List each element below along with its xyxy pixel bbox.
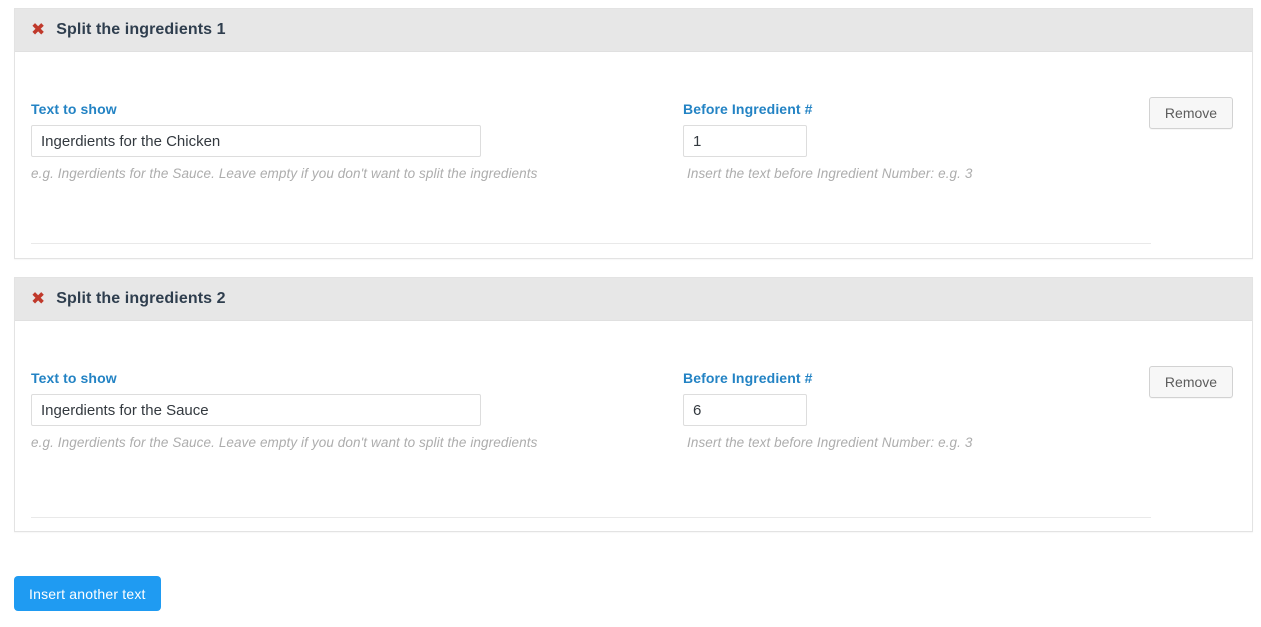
panel-header-2: ✖ Split the ingredients 2 xyxy=(15,278,1252,321)
before-ingredient-input[interactable] xyxy=(683,125,807,157)
remove-button[interactable]: Remove xyxy=(1149,97,1233,129)
before-ingredient-hint: Insert the text before Ingredient Number… xyxy=(687,166,973,181)
remove-button[interactable]: Remove xyxy=(1149,366,1233,398)
close-icon[interactable]: ✖ xyxy=(31,21,45,39)
panel-body-2: Text to show e.g. Ingerdients for the Sa… xyxy=(15,321,1252,531)
before-ingredient-input[interactable] xyxy=(683,394,807,426)
text-to-show-label: Text to show xyxy=(31,370,117,386)
panel-divider xyxy=(31,243,1151,244)
text-to-show-group-2: Text to show e.g. Ingerdients for the Sa… xyxy=(31,370,537,450)
text-to-show-input[interactable] xyxy=(31,394,481,426)
panel-divider xyxy=(31,517,1151,518)
before-ingredient-label: Before Ingredient # xyxy=(683,370,813,386)
text-to-show-hint: e.g. Ingerdients for the Sauce. Leave em… xyxy=(31,166,538,181)
panel-title: Split the ingredients 1 xyxy=(56,21,226,38)
text-to-show-hint: e.g. Ingerdients for the Sauce. Leave em… xyxy=(31,435,538,450)
text-to-show-input[interactable] xyxy=(31,125,481,157)
before-ingredient-hint: Insert the text before Ingredient Number… xyxy=(687,435,973,450)
split-ingredients-panel-2: ✖ Split the ingredients 2 Text to show e… xyxy=(14,277,1253,532)
panel-body-1: Text to show e.g. Ingerdients for the Sa… xyxy=(15,52,1252,258)
split-ingredients-form: ✖ Split the ingredients 1 Text to show e… xyxy=(0,0,1261,627)
text-to-show-label: Text to show xyxy=(31,101,117,117)
panel-title: Split the ingredients 2 xyxy=(56,290,226,307)
before-ingredient-group-2: Before Ingredient # Insert the text befo… xyxy=(683,370,972,450)
before-ingredient-label: Before Ingredient # xyxy=(683,101,813,117)
panel-header-1: ✖ Split the ingredients 1 xyxy=(15,9,1252,52)
split-ingredients-panel-1: ✖ Split the ingredients 1 Text to show e… xyxy=(14,8,1253,259)
before-ingredient-group-1: Before Ingredient # Insert the text befo… xyxy=(683,101,972,181)
text-to-show-group-1: Text to show e.g. Ingerdients for the Sa… xyxy=(31,101,537,181)
close-icon[interactable]: ✖ xyxy=(31,290,45,308)
insert-another-text-button[interactable]: Insert another text xyxy=(14,576,161,611)
